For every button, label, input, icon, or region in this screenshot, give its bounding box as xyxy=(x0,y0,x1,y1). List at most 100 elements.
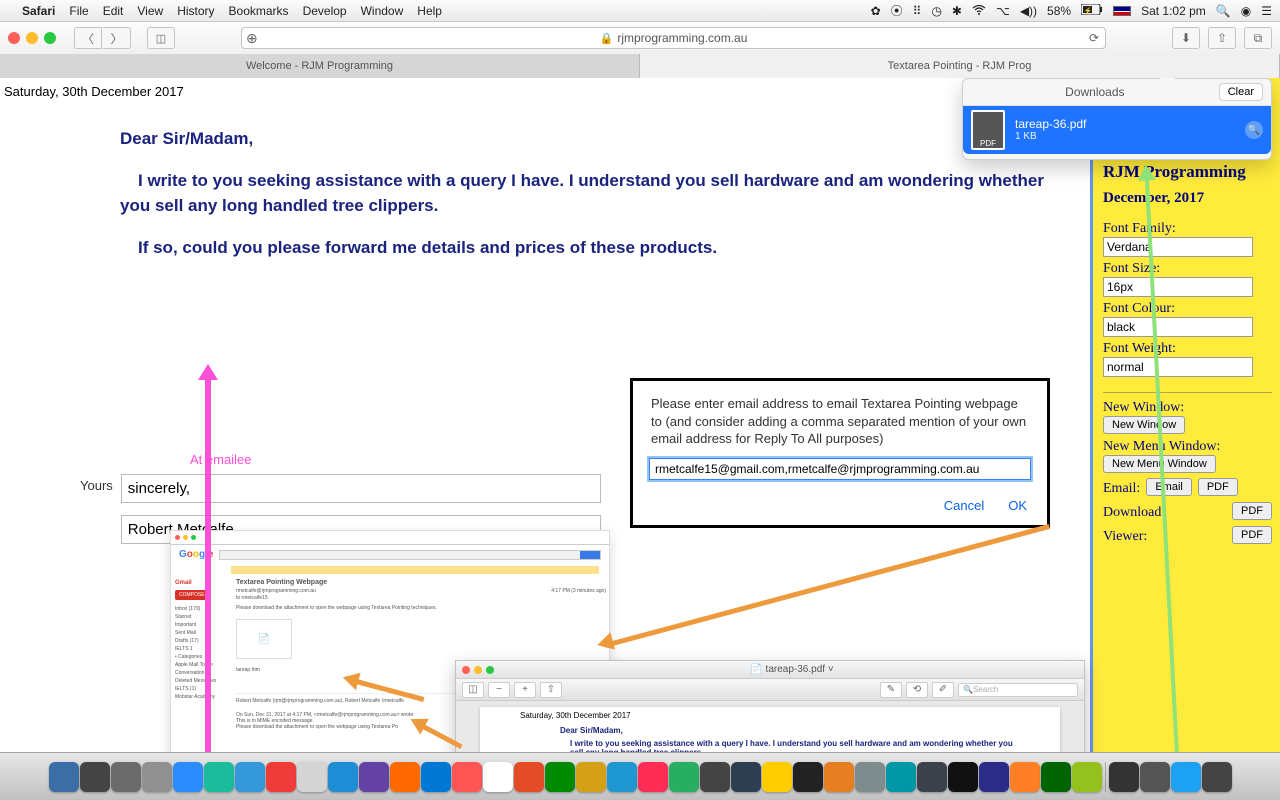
status-icon[interactable]: ⦿ xyxy=(891,2,903,19)
status-icon[interactable]: ✿ xyxy=(871,4,881,18)
new-window-button[interactable]: New Window xyxy=(1103,416,1185,434)
dock-app-19[interactable] xyxy=(638,762,668,792)
pdf-button-2[interactable]: PDF xyxy=(1232,502,1272,520)
dock-app-21[interactable] xyxy=(700,762,730,792)
pdf-sidebar-button[interactable]: ◫ xyxy=(462,682,484,698)
dock-app-2[interactable] xyxy=(111,762,141,792)
battery-icon[interactable]: ⚡ xyxy=(1081,4,1103,18)
reload-icon[interactable]: ⟳ xyxy=(1089,31,1099,45)
close-window-button[interactable] xyxy=(8,32,20,44)
dock-app-18[interactable] xyxy=(607,762,637,792)
bluetooth-icon[interactable]: ✱ xyxy=(952,4,962,18)
status-icon[interactable]: ◷ xyxy=(931,4,941,18)
menu-window[interactable]: Window xyxy=(361,4,404,18)
pdf-markup[interactable]: ✐ xyxy=(932,682,954,698)
dock-app-13[interactable] xyxy=(452,762,482,792)
dock-app-24[interactable] xyxy=(793,762,823,792)
downloads-button[interactable]: ⬇ xyxy=(1172,27,1200,49)
maximize-window-button[interactable] xyxy=(44,32,56,44)
show-tabs-button[interactable]: ⧉ xyxy=(1244,27,1272,49)
url-address-bar[interactable]: ⊕ 🔒 rjmprogramming.com.au ⟳ xyxy=(241,27,1106,49)
dock-app-0[interactable] xyxy=(49,762,79,792)
forward-button[interactable]: 〉 xyxy=(103,27,131,49)
prompt-input[interactable] xyxy=(649,458,1031,480)
share-button[interactable]: ⇧ xyxy=(1208,27,1236,49)
new-tab-plus-icon[interactable]: ⊕ xyxy=(246,30,258,47)
font-weight-select[interactable] xyxy=(1103,357,1253,377)
download-item[interactable]: PDF tareap-36.pdf 1 KB 🔍 xyxy=(963,106,1271,154)
tab-welcome[interactable]: Welcome - RJM Programming xyxy=(0,54,640,78)
dock-app-27[interactable] xyxy=(886,762,916,792)
dock-app-16[interactable] xyxy=(545,762,575,792)
dock-app-17[interactable] xyxy=(576,762,606,792)
email-button[interactable]: Email xyxy=(1146,478,1192,496)
flag-icon[interactable] xyxy=(1113,6,1131,16)
dock-app-31[interactable] xyxy=(1010,762,1040,792)
dock-app-14[interactable] xyxy=(483,762,513,792)
dock-app-34[interactable] xyxy=(1109,762,1139,792)
dock-app-9[interactable] xyxy=(328,762,358,792)
menu-bookmarks[interactable]: Bookmarks xyxy=(229,4,289,18)
letter-textarea[interactable]: Dear Sir/Madam, I write to you seeking a… xyxy=(120,118,1060,276)
dock-app-10[interactable] xyxy=(359,762,389,792)
dock-app-1[interactable] xyxy=(80,762,110,792)
dock-app-28[interactable] xyxy=(917,762,947,792)
tab-textarea-pointing[interactable]: Textarea Pointing - RJM Prog xyxy=(640,54,1280,78)
dock-app-7[interactable] xyxy=(266,762,296,792)
notification-center-icon[interactable]: ☰ xyxy=(1261,4,1272,18)
dock-app-6[interactable] xyxy=(235,762,265,792)
pdf-search[interactable]: 🔍 Search xyxy=(958,683,1078,697)
menu-history[interactable]: History xyxy=(177,4,214,18)
wifi-icon[interactable] xyxy=(972,4,986,18)
pdf-rotate[interactable]: ⟲ xyxy=(906,682,928,698)
dock-app-3[interactable] xyxy=(142,762,172,792)
pdf-button-1[interactable]: PDF xyxy=(1198,478,1238,496)
dock-app-11[interactable] xyxy=(390,762,420,792)
menu-view[interactable]: View xyxy=(137,4,163,18)
pdf-highlight[interactable]: ✎ xyxy=(880,682,902,698)
prompt-cancel-button[interactable]: Cancel xyxy=(944,498,984,513)
display-icon[interactable]: ⌥ xyxy=(996,4,1010,18)
dock-app-25[interactable] xyxy=(824,762,854,792)
app-name[interactable]: Safari xyxy=(22,4,55,18)
font-colour-select[interactable] xyxy=(1103,317,1253,337)
volume-icon[interactable]: ◀︎)) xyxy=(1020,4,1037,18)
new-menu-window-button[interactable]: New Menu Window xyxy=(1103,455,1216,473)
spotlight-icon[interactable]: 🔍 xyxy=(1216,4,1231,18)
dock-app-4[interactable] xyxy=(173,762,203,792)
pdf-zoom-out[interactable]: − xyxy=(488,682,510,698)
siri-icon[interactable]: ◉ xyxy=(1241,4,1251,18)
dock-app-12[interactable] xyxy=(421,762,451,792)
clock[interactable]: Sat 1:02 pm xyxy=(1141,4,1206,18)
downloads-clear-button[interactable]: Clear xyxy=(1219,83,1263,101)
dock-app-37[interactable] xyxy=(1202,762,1232,792)
dock-app-23[interactable] xyxy=(762,762,792,792)
dock-app-5[interactable] xyxy=(204,762,234,792)
back-button[interactable]: 〈 xyxy=(74,27,102,49)
pdf-share[interactable]: ⇧ xyxy=(540,682,562,698)
font-family-select[interactable] xyxy=(1103,237,1253,257)
menu-develop[interactable]: Develop xyxy=(303,4,347,18)
closing-input[interactable]: sincerely, xyxy=(121,474,601,503)
dock-app-29[interactable] xyxy=(948,762,978,792)
dock-app-22[interactable] xyxy=(731,762,761,792)
dock-app-26[interactable] xyxy=(855,762,885,792)
menu-help[interactable]: Help xyxy=(417,4,442,18)
prompt-ok-button[interactable]: OK xyxy=(1008,498,1027,513)
pdf-button-3[interactable]: PDF xyxy=(1232,526,1272,544)
pdf-zoom-in[interactable]: + xyxy=(514,682,536,698)
dock-app-32[interactable] xyxy=(1041,762,1071,792)
dock-app-15[interactable] xyxy=(514,762,544,792)
dock-app-30[interactable] xyxy=(979,762,1009,792)
menu-edit[interactable]: Edit xyxy=(103,4,124,18)
dock-app-36[interactable] xyxy=(1171,762,1201,792)
menu-file[interactable]: File xyxy=(69,4,88,18)
dock-app-20[interactable] xyxy=(669,762,699,792)
font-size-select[interactable] xyxy=(1103,277,1253,297)
minimize-window-button[interactable] xyxy=(26,32,38,44)
status-icon[interactable]: ⠿ xyxy=(913,4,922,18)
dock-app-8[interactable] xyxy=(297,762,327,792)
dock-app-33[interactable] xyxy=(1072,762,1102,792)
reveal-in-finder-icon[interactable]: 🔍 xyxy=(1245,121,1263,139)
sidebar-toggle-button[interactable]: ◫ xyxy=(147,27,175,49)
